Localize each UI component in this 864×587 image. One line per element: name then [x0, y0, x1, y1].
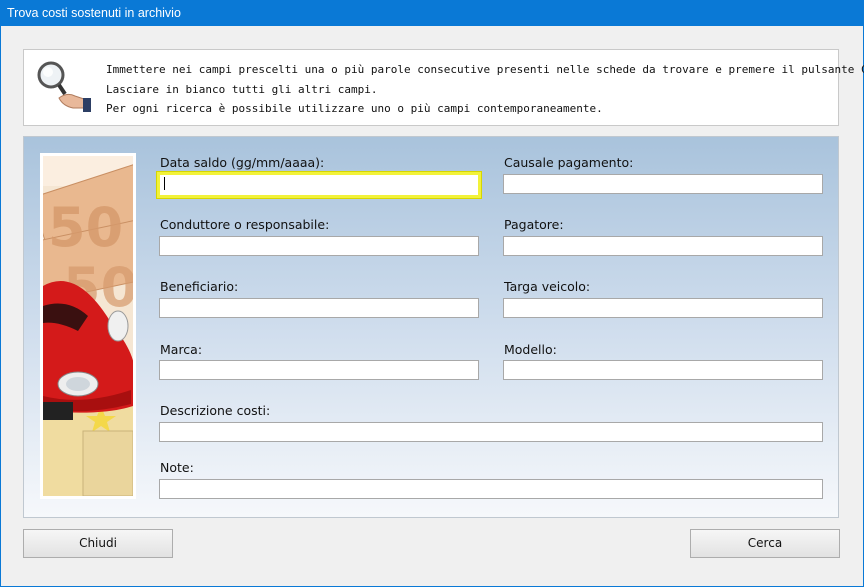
info-line-3: Per ogni ricerca è possibile utilizzare … — [106, 102, 603, 115]
search-button[interactable]: Cerca — [690, 529, 840, 558]
pagatore-field[interactable] — [503, 236, 823, 256]
conduttore-label: Conduttore o responsabile: — [160, 217, 330, 232]
info-line-1: Immettere nei campi prescelti una o più … — [106, 63, 864, 76]
targa-field[interactable] — [503, 298, 823, 318]
text-caret — [164, 177, 165, 190]
conduttore-field[interactable] — [159, 236, 479, 256]
targa-label: Targa veicolo: — [504, 279, 591, 294]
modello-label: Modello: — [504, 342, 557, 357]
descrizione-field[interactable] — [159, 422, 823, 442]
marca-field[interactable] — [159, 360, 479, 380]
data-saldo-label: Data saldo (gg/mm/aaaa): — [160, 155, 325, 170]
svg-text:50: 50 — [48, 196, 123, 259]
search-costs-window: Trova costi sostenuti in archivio Immett… — [0, 0, 864, 587]
close-button[interactable]: Chiudi — [23, 529, 173, 558]
data-saldo-field[interactable] — [156, 171, 482, 199]
note-field[interactable] — [159, 479, 823, 499]
pagatore-label: Pagatore: — [504, 217, 564, 232]
car-money-image: 50 50 — [40, 153, 136, 499]
info-box: Immettere nei campi prescelti una o più … — [23, 49, 864, 126]
magnifier-icon — [33, 58, 93, 118]
info-line-2: Lasciare in bianco tutti gli altri campi… — [106, 83, 378, 96]
beneficiario-field[interactable] — [159, 298, 479, 318]
causale-field[interactable] — [503, 174, 823, 194]
marca-label: Marca: — [160, 342, 203, 357]
window-title: Trova costi sostenuti in archivio — [7, 6, 181, 20]
modello-field[interactable] — [503, 360, 823, 380]
causale-label: Causale pagamento: — [504, 155, 634, 170]
beneficiario-label: Beneficiario: — [160, 279, 239, 294]
note-label: Note: — [160, 460, 194, 475]
title-bar[interactable]: Trova costi sostenuti in archivio — [0, 0, 864, 26]
descrizione-label: Descrizione costi: — [160, 403, 271, 418]
